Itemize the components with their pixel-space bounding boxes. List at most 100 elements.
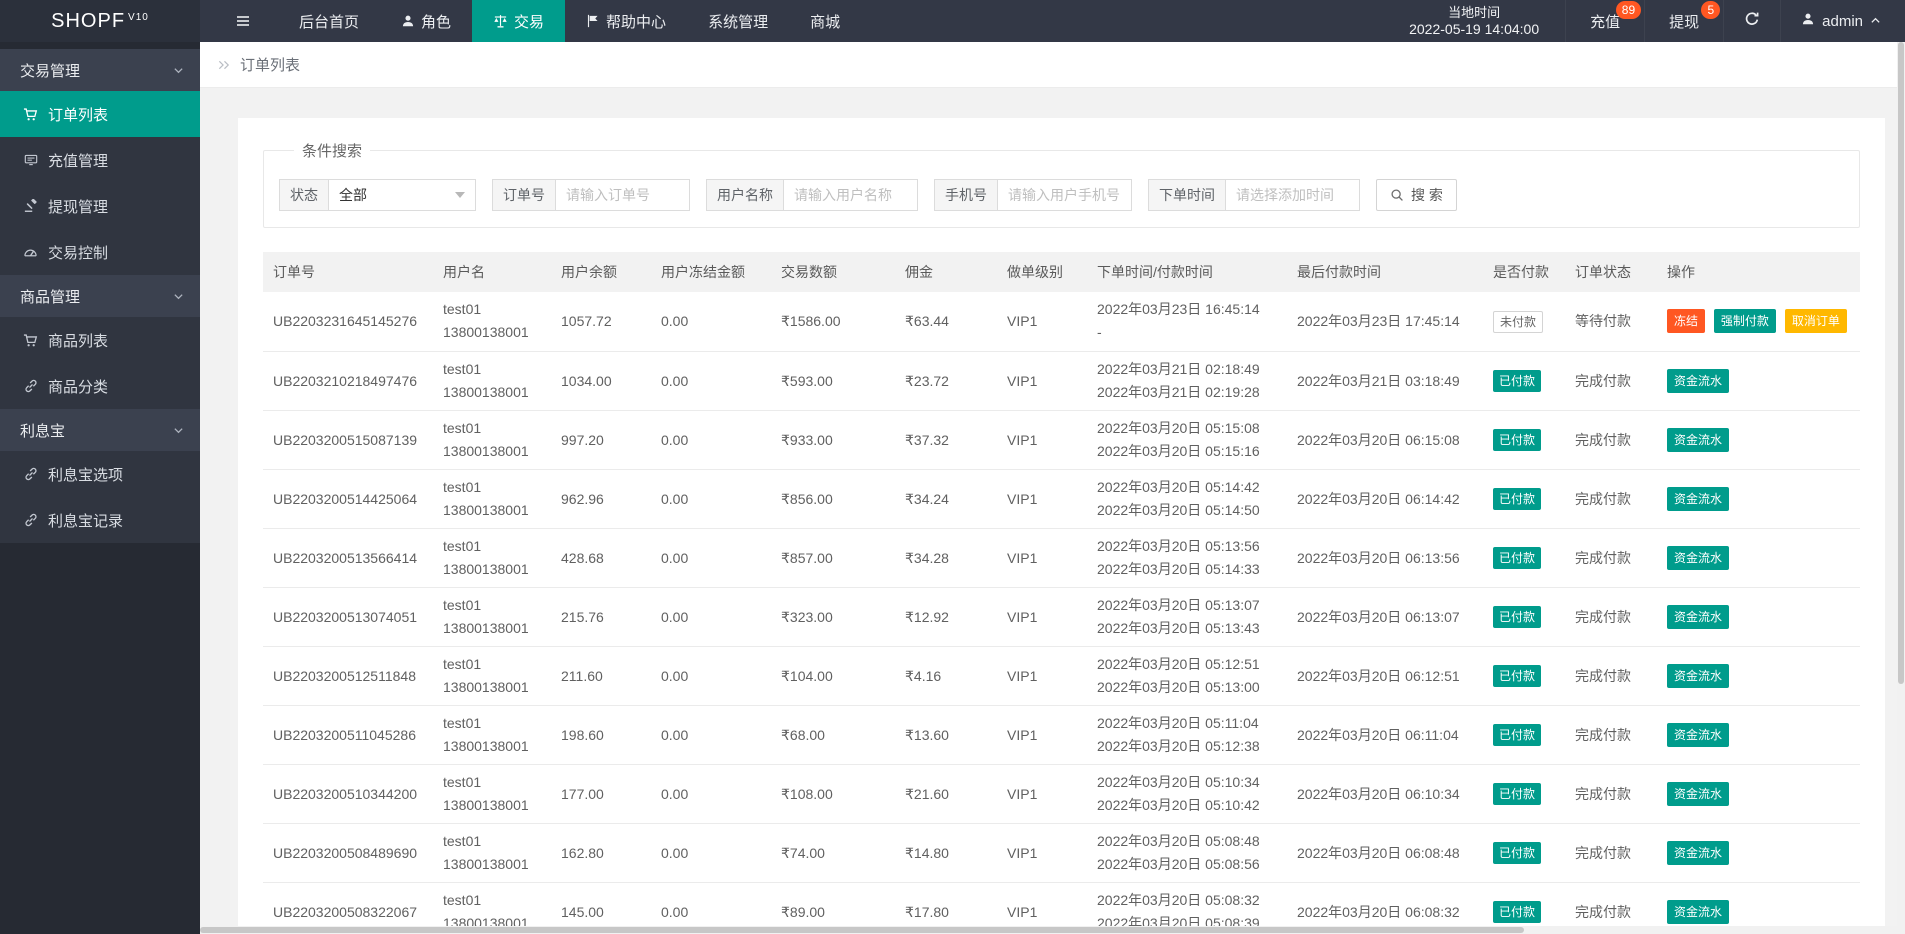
topbar-action[interactable]: 提现 5 <box>1644 0 1723 42</box>
cell-commission: ₹23.72 <box>895 351 997 411</box>
cell-order-status: 完成付款 <box>1565 410 1657 470</box>
status-select[interactable]: 全部 <box>328 179 476 211</box>
search-button[interactable]: 搜 索 <box>1376 179 1457 211</box>
pay-time: 2022年03月20日 05:14:50 <box>1097 501 1260 518</box>
cell-user: test01 13800138001 <box>433 292 551 352</box>
row-action-button[interactable]: 资金流水 <box>1667 427 1730 452</box>
cell-actions: 资金流水 <box>1657 528 1860 588</box>
order-time: 2022年03月20日 05:08:48 <box>1097 832 1260 849</box>
cell-pay-state: 已付款 <box>1483 646 1565 706</box>
sidebar-item[interactable]: 利息宝选项 <box>0 451 200 497</box>
scales-icon <box>493 14 508 29</box>
cell-last-pay-time: 2022年03月20日 06:14:42 <box>1287 469 1483 529</box>
cell-pay-state: 已付款 <box>1483 823 1565 883</box>
breadcrumb: 订单列表 <box>200 42 1905 88</box>
sidebar-item[interactable]: 商品分类 <box>0 363 200 409</box>
user-name: test01 <box>443 891 482 908</box>
pay-status-badge: 已付款 <box>1493 606 1542 628</box>
row-action-button[interactable]: 资金流水 <box>1667 663 1730 688</box>
cell-user: test01 13800138001 <box>433 764 551 824</box>
row-action-button[interactable]: 取消订单 <box>1784 309 1847 334</box>
user-phone: 13800138001 <box>443 383 529 400</box>
cell-user: test01 13800138001 <box>433 351 551 411</box>
table-row: UB2203200515087139 test01 13800138001 99… <box>263 410 1860 470</box>
admin-menu[interactable]: admin <box>1780 0 1905 42</box>
sidebar-item[interactable]: 订单列表 <box>0 91 200 137</box>
row-action-button[interactable]: 资金流水 <box>1667 545 1730 570</box>
cell-actions: 冻结 强制付款 取消订单 <box>1657 292 1860 352</box>
vertical-scrollbar-thumb[interactable] <box>1898 42 1904 685</box>
cart-icon <box>22 107 39 122</box>
sidebar-item[interactable]: 交易控制 <box>0 229 200 275</box>
row-action-button[interactable]: 资金流水 <box>1667 899 1730 924</box>
pay-time: 2022年03月20日 05:12:38 <box>1097 737 1260 754</box>
topnav-item[interactable]: 系统管理 <box>687 0 789 42</box>
sidebar-item-label: 充值管理 <box>48 152 109 170</box>
app-logo: SHOPF V10 <box>0 0 200 42</box>
status-value: 全部 <box>339 187 367 203</box>
row-action-button[interactable]: 资金流水 <box>1667 604 1730 629</box>
row-action-button[interactable]: 资金流水 <box>1667 781 1730 806</box>
menu-toggle-button[interactable] <box>214 0 272 42</box>
pay-status-badge: 已付款 <box>1493 665 1542 687</box>
cell-balance: 198.60 <box>551 705 651 765</box>
horizontal-scrollbar-thumb[interactable] <box>200 927 1524 933</box>
table-header-cell: 佣金 <box>895 252 997 292</box>
double-chevron-icon <box>217 59 231 71</box>
sidebar-item[interactable]: 提现管理 <box>0 183 200 229</box>
row-action-button[interactable]: 资金流水 <box>1667 486 1730 511</box>
topbar-action[interactable]: 充值 89 <box>1565 0 1644 42</box>
cell-order-id: UB2203210218497476 <box>263 351 433 411</box>
cell-order-id: UB2203231645145276 <box>263 292 433 352</box>
orders-table: 订单号 用户名 用户余额 用户冻结金额 交易数额 佣金 做单级别 下单时间/付款… <box>263 252 1860 934</box>
sidebar-item[interactable]: 充值管理 <box>0 137 200 183</box>
row-action-button[interactable]: 资金流水 <box>1667 840 1730 865</box>
topbar-action-label: 充值 <box>1590 13 1621 31</box>
topbar: SHOPF V10 后台首页 角色 交易 帮助中心 系统管理 商城 当地时间 2… <box>0 0 1905 42</box>
pay-time: 2022年03月20日 05:13:43 <box>1097 619 1260 636</box>
table-header-cell: 用户余额 <box>551 252 651 292</box>
row-action-button[interactable]: 强制付款 <box>1713 309 1776 334</box>
vertical-scrollbar[interactable] <box>1897 42 1905 934</box>
cell-pay-state: 已付款 <box>1483 469 1565 529</box>
table-header-cell: 用户名 <box>433 252 551 292</box>
topnav-item[interactable]: 帮助中心 <box>565 0 687 42</box>
sidebar-item[interactable]: 利息宝 <box>0 409 200 451</box>
gauge-icon <box>22 245 39 260</box>
topnav-item[interactable]: 后台首页 <box>278 0 380 42</box>
cell-balance: 962.96 <box>551 469 651 529</box>
row-action-button[interactable]: 资金流水 <box>1667 722 1730 747</box>
user-phone: 13800138001 <box>443 560 529 577</box>
order-time: 2022年03月20日 05:13:07 <box>1097 596 1260 613</box>
filter-input[interactable] <box>997 179 1132 211</box>
cell-level: VIP1 <box>997 351 1087 411</box>
refresh-button[interactable] <box>1723 0 1780 42</box>
topbar-action-label: 提现 <box>1669 13 1700 31</box>
table-row: UB2203200508489690 test01 13800138001 16… <box>263 823 1860 883</box>
cell-commission: ₹4.16 <box>895 646 997 706</box>
horizontal-scrollbar[interactable] <box>200 926 1897 934</box>
status-label: 状态 <box>279 179 328 211</box>
chevron-down-icon <box>173 65 184 76</box>
sidebar-item-label: 商品分类 <box>48 378 109 396</box>
filter-input[interactable] <box>1225 179 1360 211</box>
row-action-button[interactable]: 冻结 <box>1667 309 1706 334</box>
sidebar-item[interactable]: 交易管理 <box>0 49 200 91</box>
filter-input[interactable] <box>555 179 690 211</box>
cell-order-status: 完成付款 <box>1565 646 1657 706</box>
cell-commission: ₹37.32 <box>895 410 997 470</box>
row-action-button[interactable]: 资金流水 <box>1667 368 1730 393</box>
topnav-item[interactable]: 交易 <box>472 0 566 42</box>
topnav-label: 角色 <box>421 13 452 31</box>
order-time: 2022年03月20日 05:11:04 <box>1097 714 1259 731</box>
filter-input[interactable] <box>783 179 918 211</box>
topnav-item[interactable]: 商城 <box>789 0 861 42</box>
cell-order-id: UB2203200515087139 <box>263 410 433 470</box>
cell-commission: ₹34.24 <box>895 469 997 529</box>
sidebar-item[interactable]: 商品管理 <box>0 275 200 317</box>
cell-balance: 1057.72 <box>551 292 651 352</box>
sidebar-item[interactable]: 商品列表 <box>0 317 200 363</box>
sidebar-item[interactable]: 利息宝记录 <box>0 497 200 543</box>
topnav-item[interactable]: 角色 <box>380 0 472 42</box>
status-filter: 状态 全部 <box>279 179 476 211</box>
